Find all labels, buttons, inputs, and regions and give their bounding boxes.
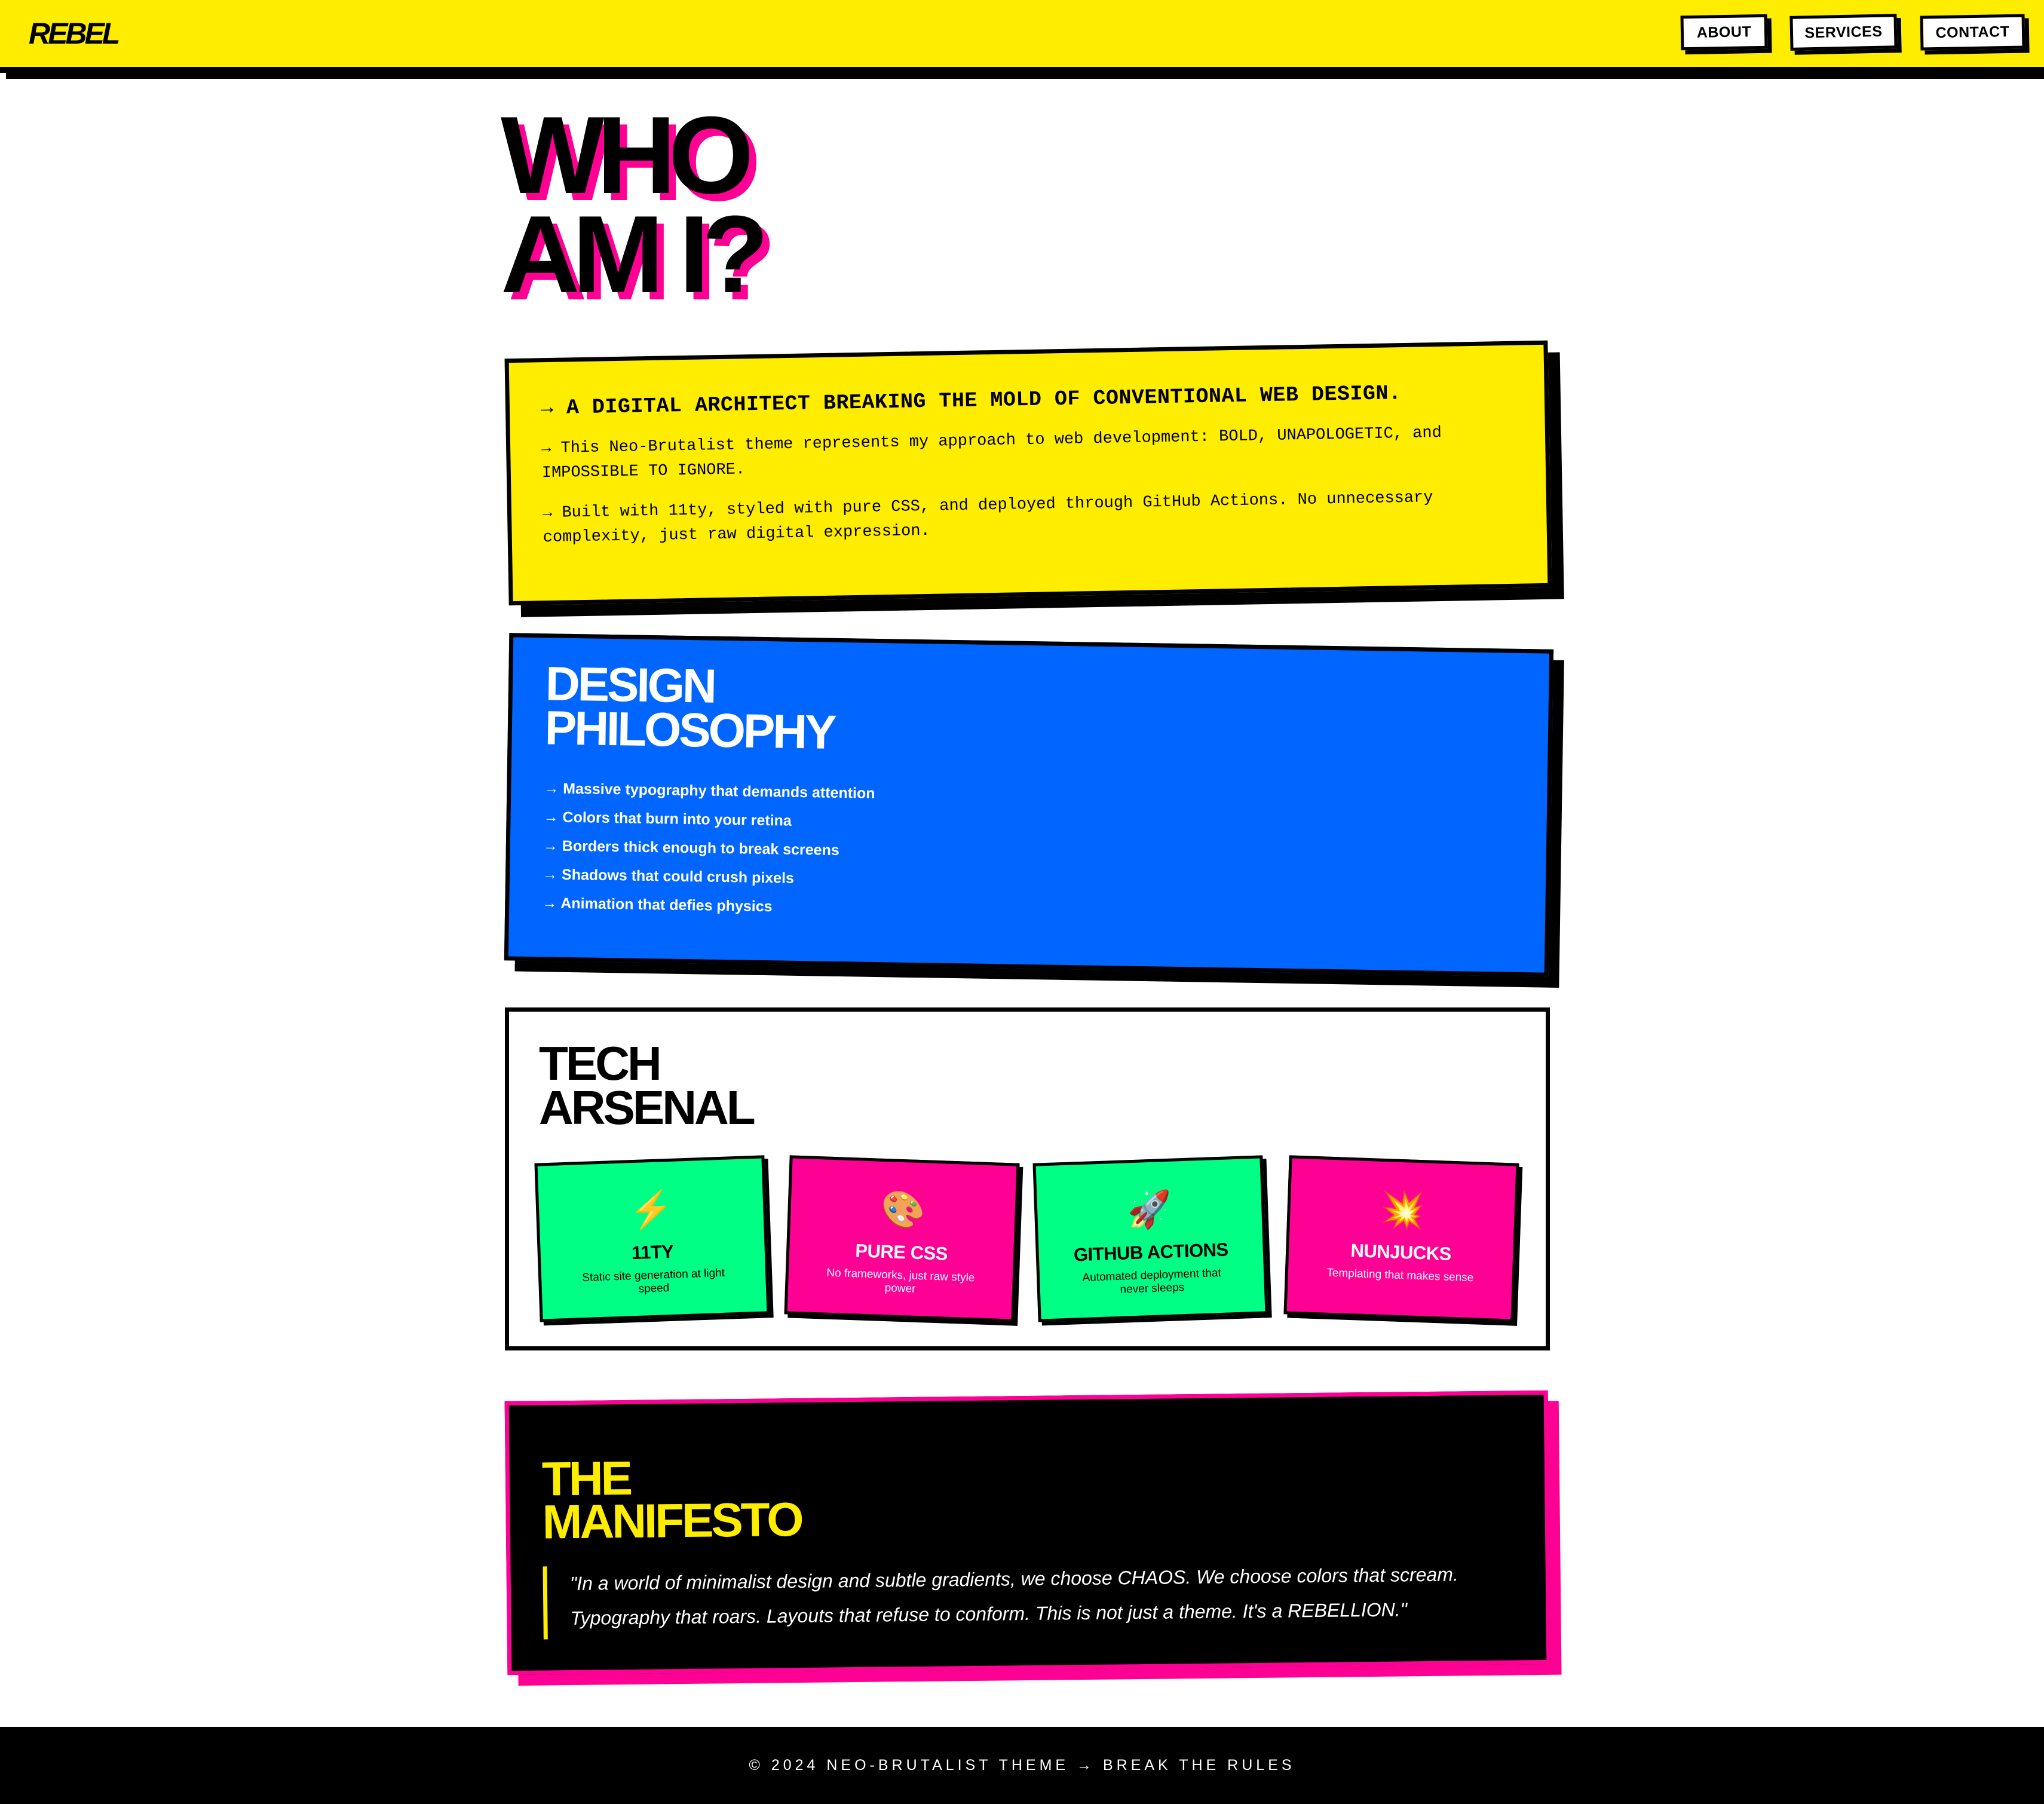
philosophy-card: DESIGN PHILOSOPHY → Massive typography t… <box>504 633 1554 977</box>
palette-icon: 🎨 <box>879 1189 926 1231</box>
manifesto-card: THE MANIFESTO "In a world of minimalist … <box>504 1390 1551 1676</box>
rocket-icon: 🚀 <box>1126 1189 1173 1231</box>
tech-grid: ⚡ 11TY Static site generation at light s… <box>534 1155 1525 1322</box>
tech-description: Templating that makes sense <box>1326 1266 1474 1285</box>
intro-card: → A DIGITAL ARCHITECT BREAKING THE MOLD … <box>504 340 1552 606</box>
manifesto-title: THE MANIFESTO <box>542 1448 1503 1549</box>
page-title-line2: AM I? <box>501 192 769 316</box>
lightning-icon: ⚡ <box>628 1189 675 1231</box>
footer-text: © 2024 NEO-BRUTALIST THEME → BREAK THE R… <box>749 1757 1295 1774</box>
manifesto-title-line2: MANIFESTO <box>542 1492 802 1549</box>
tech-description: Automated deployment that never sleeps <box>1082 1266 1222 1296</box>
tech-card-pure-css[interactable]: 🎨 PURE CSS No frameworks, just raw style… <box>784 1155 1020 1322</box>
tech-name: 11TY <box>631 1241 675 1264</box>
header-shadow <box>6 67 2044 79</box>
philosophy-title: DESIGN PHILOSOPHY <box>544 657 1516 765</box>
tech-arsenal-card: TECH ARSENAL ⚡ 11TY Static site generati… <box>505 1007 1550 1350</box>
tech-card-11ty[interactable]: ⚡ 11TY Static site generation at light s… <box>534 1155 770 1322</box>
explosion-icon: 💥 <box>1379 1189 1426 1231</box>
site-footer: © 2024 NEO-BRUTALIST THEME → BREAK THE R… <box>0 1727 2044 1804</box>
nav-contact-button[interactable]: CONTACT <box>1920 14 2025 51</box>
tech-card-nunjucks[interactable]: 💥 NUNJUCKS Templating that makes sense <box>1283 1155 1519 1322</box>
nav-services-button[interactable]: SERVICES <box>1789 14 1898 51</box>
tech-name: PURE CSS <box>854 1240 948 1264</box>
tech-name: GITHUB ACTIONS <box>1073 1239 1229 1266</box>
page-title: WHO AM I? <box>501 93 769 316</box>
intro-title: → A DIGITAL ARCHITECT BREAKING THE MOLD … <box>540 381 1402 421</box>
tech-arsenal-title: TECH ARSENAL <box>539 1037 1513 1134</box>
manifesto-quote: "In a world of minimalist design and sub… <box>543 1556 1504 1640</box>
intro-paragraph: → This Neo-Brutalist theme represents my… <box>541 424 1442 483</box>
intro-paragraph: → Built with 11ty, styled with pure CSS,… <box>542 489 1433 547</box>
logo[interactable]: REBEL <box>29 14 120 53</box>
tech-card-github-actions[interactable]: 🚀 GITHUB ACTIONS Automated deployment th… <box>1032 1155 1268 1322</box>
nav-about-button[interactable]: ABOUT <box>1680 14 1768 51</box>
tech-arsenal-title-line1: TECH <box>539 1037 662 1090</box>
tech-description: No frameworks, just raw style power <box>826 1266 975 1295</box>
site-header: REBEL ABOUT SERVICES CONTACT <box>0 0 2044 73</box>
page-title-line1: WHO <box>501 93 754 216</box>
tech-arsenal-title-line2: ARSENAL <box>539 1081 756 1134</box>
tech-name: NUNJUCKS <box>1350 1240 1452 1264</box>
tech-description: Static site generation at light speed <box>581 1266 725 1295</box>
